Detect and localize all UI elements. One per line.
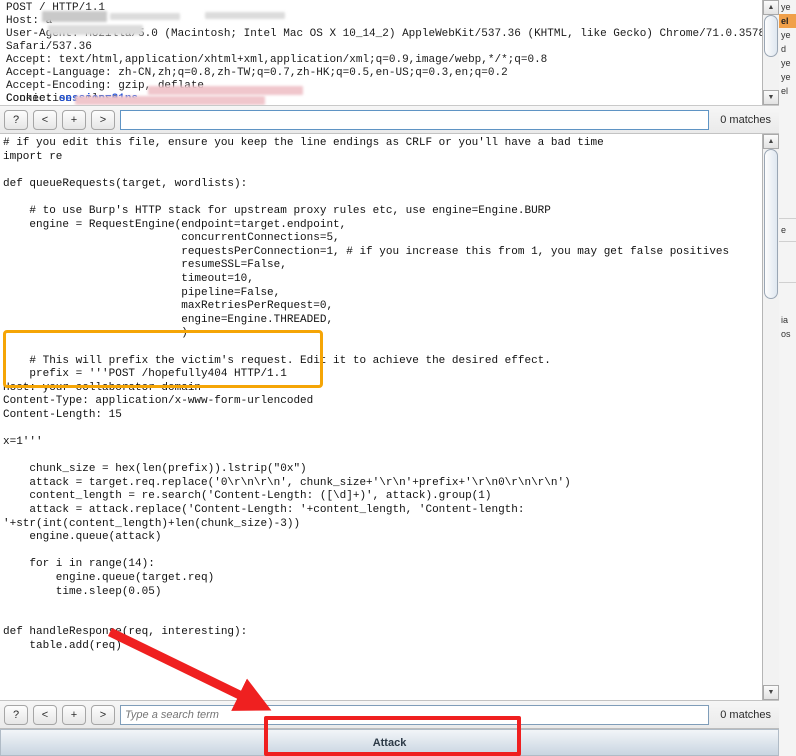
bg-divider — [779, 241, 796, 242]
search-prev-button[interactable]: < — [33, 109, 57, 130]
bottom-search-toolbar: ? < + > 0 matches — [0, 700, 779, 728]
scroll-up-icon[interactable]: ▲ — [763, 134, 779, 149]
bg-row: ia — [781, 315, 789, 325]
request-viewer[interactable]: POST / HTTP/1.1 Host: a User-Agent: Mozi… — [0, 0, 779, 106]
bottom-search-add-button[interactable]: + — [62, 704, 86, 725]
redaction-bar-6 — [75, 96, 265, 105]
request-scroll-track[interactable] — [763, 15, 779, 90]
top-search-input[interactable] — [120, 109, 710, 130]
request-scroll-down-icon[interactable]: ▼ — [763, 90, 779, 105]
bg-row-selected: el — [779, 14, 796, 28]
bg-row: ye — [781, 30, 791, 40]
bg-row: d — [781, 44, 787, 54]
background-window-panel: ye el ye d ye ye el e ia os — [778, 0, 796, 756]
top-matches-label: 0 matches — [720, 113, 771, 126]
turbo-intruder-window: POST / HTTP/1.1 Host: a User-Agent: Mozi… — [0, 0, 779, 756]
request-scrollbar[interactable]: ▲ ▼ — [762, 0, 779, 105]
search-next-button[interactable]: > — [91, 109, 115, 130]
request-scroll-up-icon[interactable]: ▲ — [763, 0, 779, 15]
bg-row: ye — [781, 2, 791, 12]
redaction-bar-2 — [110, 13, 180, 20]
search-help-button[interactable]: ? — [4, 109, 28, 130]
bg-row: ye — [781, 72, 791, 82]
bg-row: ye — [781, 58, 791, 68]
bg-divider — [779, 282, 796, 283]
bottom-search-help-button[interactable]: ? — [4, 704, 28, 725]
bottom-matches-label: 0 matches — [720, 708, 771, 721]
top-search-toolbar: ? < + > 0 matches — [0, 106, 779, 134]
code-content: # if you edit this file, ensure you keep… — [3, 137, 730, 652]
scroll-thumb[interactable] — [764, 149, 778, 299]
bottom-search-prev-button[interactable]: < — [33, 704, 57, 725]
bg-row: e — [781, 225, 787, 235]
bg-row: el — [781, 86, 789, 96]
attack-button[interactable]: Attack — [0, 729, 779, 756]
attack-button-row: Attack — [0, 728, 779, 756]
bottom-search-next-button[interactable]: > — [91, 704, 115, 725]
scroll-down-icon[interactable]: ▼ — [763, 685, 779, 700]
code-scrollbar[interactable]: ▲ ▼ — [762, 134, 779, 700]
search-add-button[interactable]: + — [62, 109, 86, 130]
bg-row: os — [781, 329, 791, 339]
redaction-bar-3 — [205, 12, 285, 19]
scroll-track[interactable] — [763, 149, 779, 685]
python-script-editor[interactable]: # if you edit this file, ensure you keep… — [0, 134, 779, 700]
request-scroll-thumb[interactable] — [764, 15, 778, 57]
redaction-bar-4 — [48, 25, 143, 35]
bg-divider — [779, 218, 796, 219]
redaction-bar-5 — [148, 86, 303, 95]
redaction-bar-1 — [42, 11, 107, 22]
bottom-search-input[interactable] — [120, 704, 710, 725]
